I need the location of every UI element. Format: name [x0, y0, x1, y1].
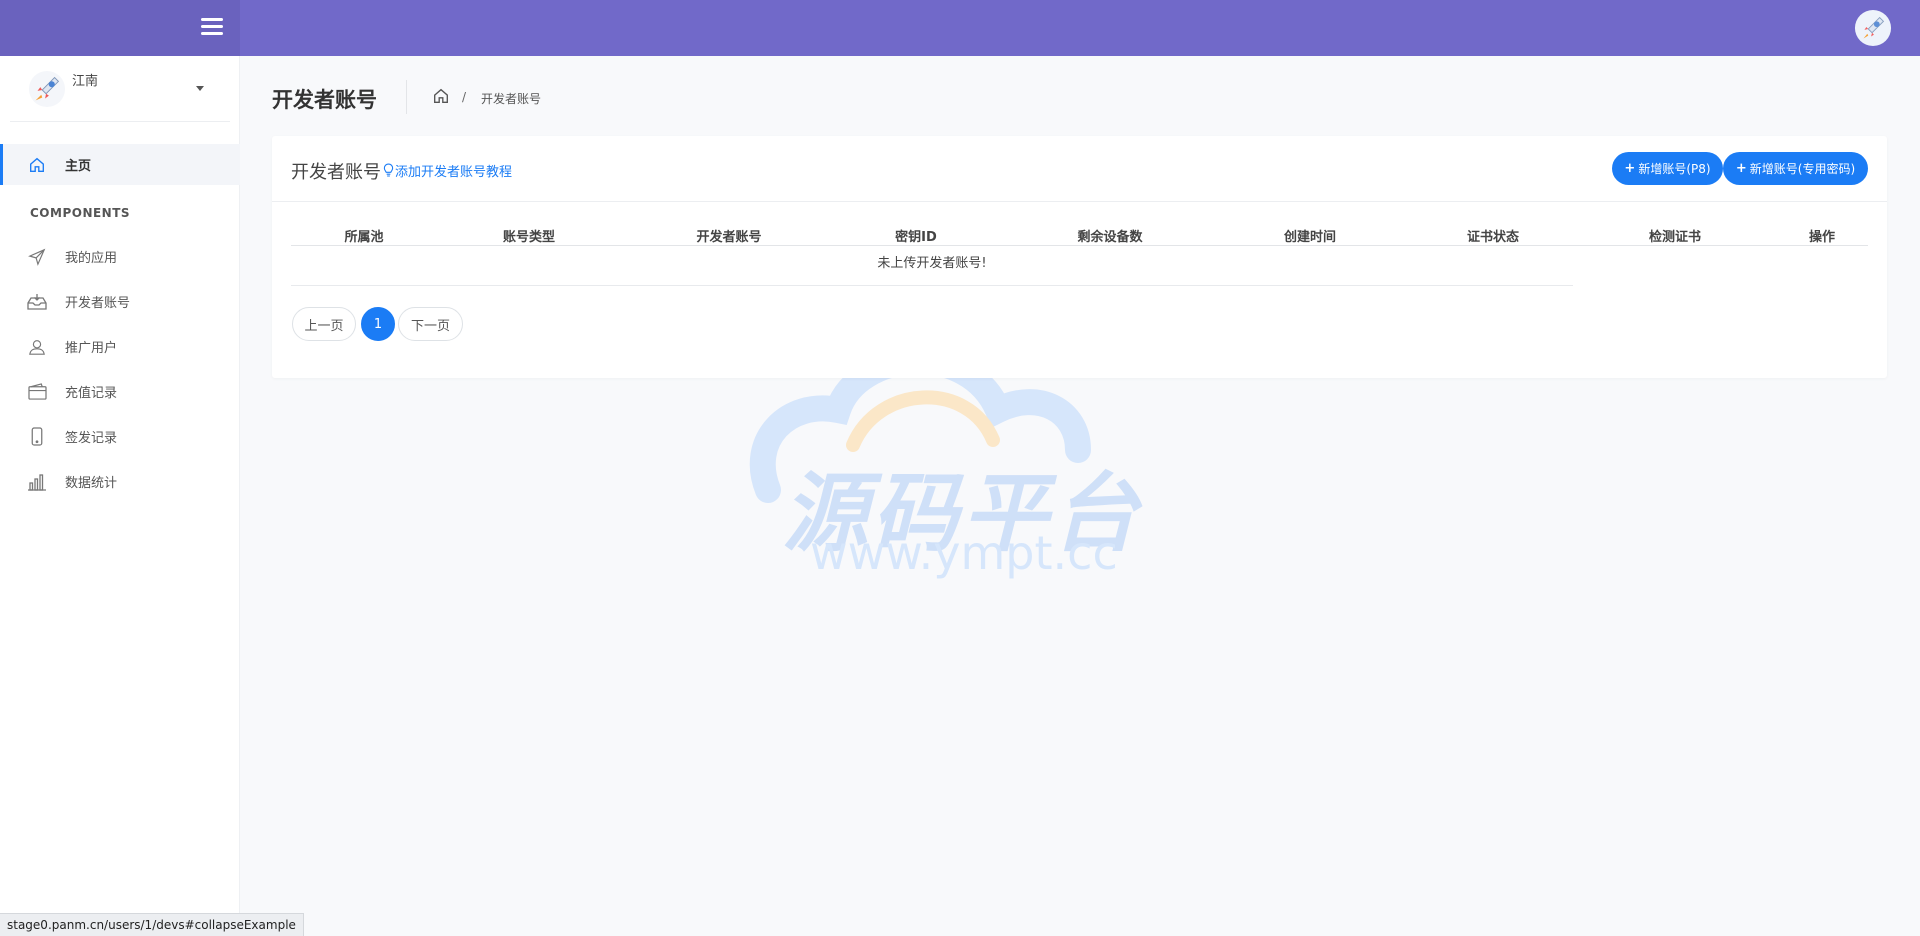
add-account-p8-label: 新增账号(P8): [1638, 162, 1711, 176]
column-header[interactable]: 创建时间: [1284, 226, 1336, 245]
column-header[interactable]: 密钥ID: [895, 226, 937, 245]
add-account-password-button[interactable]: + 新增账号(专用密码): [1723, 152, 1868, 185]
column-header[interactable]: 开发者账号: [696, 226, 761, 245]
sidebar-section-title: COMPONENTS: [30, 206, 131, 220]
user-dropdown-caret-icon[interactable]: [196, 86, 204, 91]
rocket-avatar-icon: [28, 70, 66, 108]
menu-toggle-icon[interactable]: [201, 18, 223, 37]
column-header[interactable]: 证书状态: [1467, 226, 1519, 245]
column-header[interactable]: 操作: [1809, 226, 1835, 245]
tutorial-link[interactable]: 添加开发者账号教程: [383, 161, 512, 180]
page-1-button[interactable]: 1: [361, 307, 395, 341]
plus-icon: +: [1624, 161, 1636, 176]
column-header[interactable]: 剩余设备数: [1077, 226, 1142, 245]
card-header: 开发者账号 添加开发者账号教程 + 新增账号(P8) + 新增账号(专用密码): [272, 136, 1887, 202]
sidebar-item-statistics[interactable]: 数据统计: [0, 459, 240, 504]
watermark-url: www.ympt.cc: [810, 526, 1118, 580]
send-icon: [27, 247, 47, 267]
pagination: 上一页 1 下一页: [292, 307, 463, 341]
sidebar-item-label: 开发者账号: [65, 296, 131, 311]
sidebar-item-home[interactable]: 主页: [0, 144, 240, 185]
wallet-icon: [27, 382, 47, 402]
phone-icon: [27, 427, 47, 447]
sidebar-item-recharge-records[interactable]: 充值记录: [0, 369, 240, 414]
prev-page-button[interactable]: 上一页: [292, 307, 356, 341]
home-icon: [27, 155, 47, 175]
watermark-title: 源码平台: [782, 464, 1142, 564]
sidebar-item-my-apps[interactable]: 我的应用: [0, 234, 240, 279]
next-page-button[interactable]: 下一页: [398, 307, 463, 341]
breadcrumb-home-icon[interactable]: [432, 87, 450, 105]
add-account-password-label: 新增账号(专用密码): [1749, 162, 1856, 176]
sidebar-item-label: 推广用户: [65, 341, 118, 356]
sidebar-item-signing-records[interactable]: 签发记录: [0, 414, 240, 459]
user-name: 江南: [72, 74, 99, 89]
column-header[interactable]: 检测证书: [1649, 226, 1701, 245]
user-icon: [27, 337, 47, 357]
page-title: 开发者账号: [272, 88, 377, 112]
sidebar-item-label: 签发记录: [65, 431, 118, 446]
sidebar: 江南 主页 COMPONENTS 我的应用 开发者账号 推广用户 充值记录 签发…: [0, 56, 240, 936]
top-bar: [0, 0, 1920, 56]
sidebar-item-promoted-users[interactable]: 推广用户: [0, 324, 240, 369]
bar-chart-icon: [27, 472, 47, 492]
sidebar-nav-list: 我的应用 开发者账号 推广用户 充值记录 签发记录 数据统计: [0, 234, 240, 504]
breadcrumb-separator: /: [462, 90, 467, 104]
card-title: 开发者账号: [291, 162, 381, 183]
header-divider: [406, 80, 407, 114]
tutorial-link-label: 添加开发者账号教程: [395, 165, 513, 180]
column-header[interactable]: 所属池: [344, 226, 383, 245]
lightbulb-icon: [383, 163, 394, 177]
table-header: 所属池 账号类型 开发者账号 密钥ID 剩余设备数 创建时间 证书状态 检测证书…: [291, 226, 1868, 246]
inbox-icon: [27, 292, 47, 312]
sidebar-item-label: 数据统计: [65, 476, 118, 491]
sidebar-item-home-label: 主页: [65, 159, 92, 174]
developer-accounts-card: 开发者账号 添加开发者账号教程 + 新增账号(P8) + 新增账号(专用密码) …: [272, 136, 1887, 378]
table-empty-message: 未上传开发者账号!: [291, 256, 1573, 286]
top-bar-brand-area: [0, 0, 240, 56]
sidebar-item-label: 充值记录: [65, 386, 118, 401]
status-url: stage0.panm.cn/users/1/devs#collapseExam…: [0, 913, 304, 936]
breadcrumb-current: 开发者账号: [481, 92, 542, 106]
plus-icon: +: [1735, 161, 1747, 176]
user-block[interactable]: 江南: [10, 56, 230, 122]
add-account-p8-button[interactable]: + 新增账号(P8): [1612, 152, 1723, 185]
column-header[interactable]: 账号类型: [503, 226, 555, 245]
user-avatar-icon[interactable]: [1854, 9, 1892, 47]
sidebar-item-developer-accounts[interactable]: 开发者账号: [0, 279, 240, 324]
sidebar-item-label: 我的应用: [65, 251, 118, 266]
